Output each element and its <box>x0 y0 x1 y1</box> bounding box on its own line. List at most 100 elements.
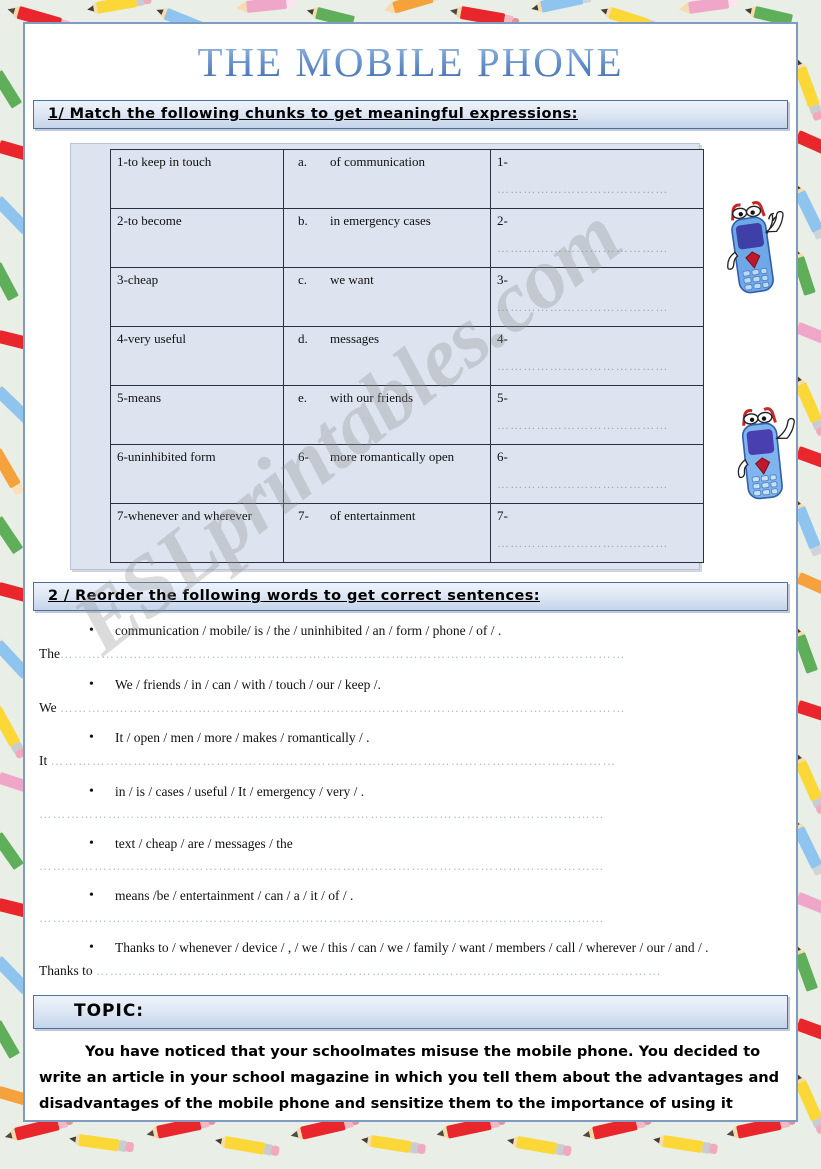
chunk-right-cell: b. in emergency cases <box>283 208 491 268</box>
reorder-prompt: communication / mobile/ is / the / uninh… <box>89 620 782 641</box>
reorder-item: text / cheap / are / messages / the ……………… <box>39 832 782 876</box>
answer-number: 3- <box>497 272 508 287</box>
answer-number: 5- <box>497 390 508 405</box>
chunk-right-cell: 7- of entertainment <box>283 503 491 563</box>
chunk-left-cell: 1-to keep in touch <box>110 149 284 209</box>
matching-table: 1-to keep in touch a. of communication 1- ……… <box>110 149 704 563</box>
reorder-answer-line[interactable]: We …………………………………………………………………………………………………… <box>39 698 782 718</box>
answer-number: 4- <box>497 331 508 346</box>
reorder-answer-dots[interactable]: …………………………………………………………………………………………………………… <box>60 699 782 718</box>
table-row: 4-very useful d. messages 4- ………………………………… <box>110 326 704 386</box>
table-row: 2-to become b. in emergency cases 2- …………………… <box>110 208 704 268</box>
answer-dotted-line[interactable]: ………………………………… <box>497 359 697 374</box>
matching-table-body: 1-to keep in touch a. of communication 1- ……… <box>110 149 704 563</box>
table-row: 1-to keep in touch a. of communication 1- ……… <box>110 149 704 209</box>
reorder-answer-line[interactable]: …………………………………………………………………………………………………………… <box>39 805 782 824</box>
answer-cell[interactable]: 6- ………………………………… <box>490 444 704 504</box>
section-2-header: 2 / Reorder the following words to get c… <box>33 582 788 611</box>
topic-paragraph: You have noticed that your schoolmates m… <box>39 1043 780 1112</box>
reorder-exercise-list: communication / mobile/ is / the / uninh… <box>25 620 796 982</box>
chunk-right-cell: d. messages <box>283 326 491 386</box>
reorder-answer-lead: Thanks to <box>39 962 96 978</box>
reorder-answer-lead: It <box>39 753 51 769</box>
table-row: 7-whenever and wherever 7- of entertainmen… <box>110 503 704 563</box>
worksheet-page: ESLprintables.com THE MOBILE PHONE 1/ Ma… <box>23 22 798 1122</box>
chunk-right-cell: a. of communication <box>283 149 491 209</box>
reorder-answer-lead: The <box>39 646 60 662</box>
chunk-option-text: more romantically open <box>330 449 455 464</box>
reorder-answer-dots[interactable]: …………………………………………………………………………………………………………… <box>60 645 782 664</box>
answer-dotted-line[interactable]: ………………………………… <box>497 241 697 256</box>
chunk-option-text: of entertainment <box>330 508 416 523</box>
reorder-answer-dots[interactable]: …………………………………………………………………………………………………………… <box>39 909 782 928</box>
chunk-option-key: c. <box>298 272 308 287</box>
reorder-answer-line[interactable]: Thanks to ………………………………………………………………………………… <box>39 961 782 981</box>
reorder-prompt: text / cheap / are / messages / the <box>89 832 782 853</box>
chunk-right-cell: 6- more romantically open <box>283 444 491 504</box>
reorder-prompt: Thanks to / whenever / device / , / we /… <box>89 936 782 957</box>
topic-header: TOPIC: <box>33 995 788 1029</box>
reorder-item: in / is / cases / useful / It / emergenc… <box>39 780 782 824</box>
table-row: 5-means e. with our friends 5- ………………………………… <box>110 385 704 445</box>
answer-cell[interactable]: 2- ………………………………… <box>490 208 704 268</box>
answer-dotted-line[interactable]: ………………………………… <box>497 477 697 492</box>
table-row: 6-uninhibited form 6- more romantically op… <box>110 444 704 504</box>
chunk-left-cell: 3-cheap <box>110 267 284 327</box>
chunk-option-key: 6- <box>298 449 309 464</box>
chunk-option-text: we want <box>330 272 374 287</box>
reorder-answer-dots[interactable]: …………………………………………………………………………………………………………… <box>39 857 782 876</box>
mobile-phone-character-icon <box>717 196 787 311</box>
chunk-right-cell: e. with our friends <box>283 385 491 445</box>
reorder-item: Thanks to / whenever / device / , / we /… <box>39 936 782 982</box>
answer-number: 7- <box>497 508 508 523</box>
chunk-option-key: a. <box>298 154 308 169</box>
reorder-answer-line[interactable]: It …………………………………………………………………………………………………… <box>39 751 782 771</box>
answer-cell[interactable]: 4- ………………………………… <box>490 326 704 386</box>
answer-cell[interactable]: 7- ………………………………… <box>490 503 704 563</box>
reorder-item: It / open / men / more / makes / romanti… <box>39 727 782 772</box>
chunk-left-cell: 4-very useful <box>110 326 284 386</box>
answer-number: 1- <box>497 154 508 169</box>
mobile-phone-character-icon-2 <box>727 402 796 517</box>
answer-dotted-line[interactable]: ………………………………… <box>497 300 697 315</box>
answer-number: 2- <box>497 213 508 228</box>
chunk-option-key: b. <box>298 213 308 228</box>
chunk-left-cell: 6-uninhibited form <box>110 444 284 504</box>
chunk-option-key: 7- <box>298 508 309 523</box>
reorder-item: communication / mobile/ is / the / uninh… <box>39 620 782 665</box>
reorder-answer-line[interactable]: …………………………………………………………………………………………………………… <box>39 857 782 876</box>
chunk-left-cell: 2-to become <box>110 208 284 268</box>
reorder-answer-lead: We <box>39 699 61 715</box>
reorder-item: We / friends / in / can / with / touch /… <box>39 673 782 719</box>
answer-cell[interactable]: 3- ………………………………… <box>490 267 704 327</box>
reorder-answer-dots[interactable]: …………………………………………………………………………………………………………… <box>51 752 782 771</box>
topic-heading-text: TOPIC: <box>74 1001 145 1021</box>
chunk-left-cell: 7-whenever and wherever <box>110 503 284 563</box>
matching-exercise-container: 1-to keep in touch a. of communication 1- ……… <box>70 143 704 570</box>
answer-cell[interactable]: 1- ………………………………… <box>490 149 704 209</box>
section-1-heading-text: 1/ Match the following chunks to get mea… <box>48 106 578 122</box>
reorder-prompt: We / friends / in / can / with / touch /… <box>89 673 782 694</box>
answer-dotted-line[interactable]: ………………………………… <box>497 418 697 433</box>
reorder-answer-line[interactable]: The…………………………………………………………………………………………………… <box>39 644 782 664</box>
chunk-option-text: of communication <box>330 154 425 169</box>
chunk-option-text: with our friends <box>330 390 414 405</box>
reorder-prompt: It / open / men / more / makes / romanti… <box>89 727 782 748</box>
answer-dotted-line[interactable]: ………………………………… <box>497 536 697 551</box>
chunk-option-key: e. <box>298 390 308 405</box>
reorder-answer-line[interactable]: …………………………………………………………………………………………………………… <box>39 909 782 928</box>
answer-number: 6- <box>497 449 508 464</box>
reorder-prompt: in / is / cases / useful / It / emergenc… <box>89 780 782 801</box>
chunk-left-cell: 5-means <box>110 385 284 445</box>
reorder-answer-dots[interactable]: …………………………………………………………………………………………………………… <box>39 805 782 824</box>
page-title: THE MOBILE PHONE <box>25 38 796 86</box>
answer-dotted-line[interactable]: ………………………………… <box>497 182 697 197</box>
chunk-option-text: in emergency cases <box>330 213 431 228</box>
chunk-right-cell: c. we want <box>283 267 491 327</box>
section-1-header: 1/ Match the following chunks to get mea… <box>33 100 788 129</box>
reorder-answer-dots[interactable]: …………………………………………………………………………………………………………… <box>96 962 782 981</box>
answer-cell[interactable]: 5- ………………………………… <box>490 385 704 445</box>
reorder-item: means /be / entertainment / can / a / it… <box>39 884 782 928</box>
table-row: 3-cheap c. we want 3- ………………………………… <box>110 267 704 327</box>
chunk-option-text: messages <box>330 331 380 346</box>
